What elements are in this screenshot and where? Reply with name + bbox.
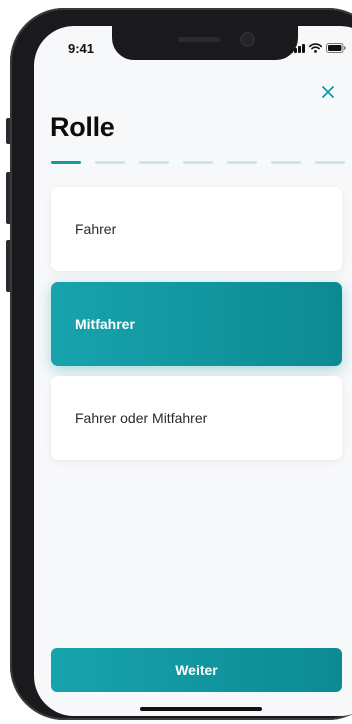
- device-mockup: 9:41 Rolle Fahrer Mitfahrer Fahrer oder …: [0, 0, 352, 724]
- phone-frame: 9:41 Rolle Fahrer Mitfahrer Fahrer oder …: [10, 8, 352, 720]
- step-indicator-5: [227, 161, 257, 164]
- option-label: Fahrer oder Mitfahrer: [75, 410, 208, 426]
- status-icons: [290, 43, 346, 53]
- option-label: Mitfahrer: [75, 316, 135, 332]
- home-indicator: [140, 707, 262, 711]
- app-screen: 9:41 Rolle Fahrer Mitfahrer Fahrer oder …: [34, 26, 352, 716]
- next-button[interactable]: Weiter: [51, 648, 342, 692]
- status-time: 9:41: [68, 41, 95, 56]
- wifi-icon: [308, 43, 322, 53]
- step-indicator-2: [95, 161, 125, 164]
- option-label: Fahrer: [75, 221, 117, 237]
- cellular-signal-icon: [290, 43, 305, 53]
- battery-icon: [325, 43, 346, 53]
- close-icon[interactable]: [318, 82, 338, 102]
- option-mitfahrer[interactable]: Mitfahrer: [51, 282, 342, 366]
- step-progress: [51, 161, 345, 164]
- speaker: [178, 37, 220, 42]
- option-fahrer[interactable]: Fahrer: [51, 187, 342, 271]
- step-indicator-4: [183, 161, 213, 164]
- step-indicator-7: [315, 161, 345, 164]
- page-title: Rolle: [50, 112, 115, 142]
- front-camera: [242, 34, 253, 45]
- step-indicator-1: [51, 161, 81, 164]
- step-indicator-6: [271, 161, 301, 164]
- notch: [112, 26, 298, 60]
- step-indicator-3: [139, 161, 169, 164]
- option-fahrer-oder-mitfahrer[interactable]: Fahrer oder Mitfahrer: [51, 376, 342, 460]
